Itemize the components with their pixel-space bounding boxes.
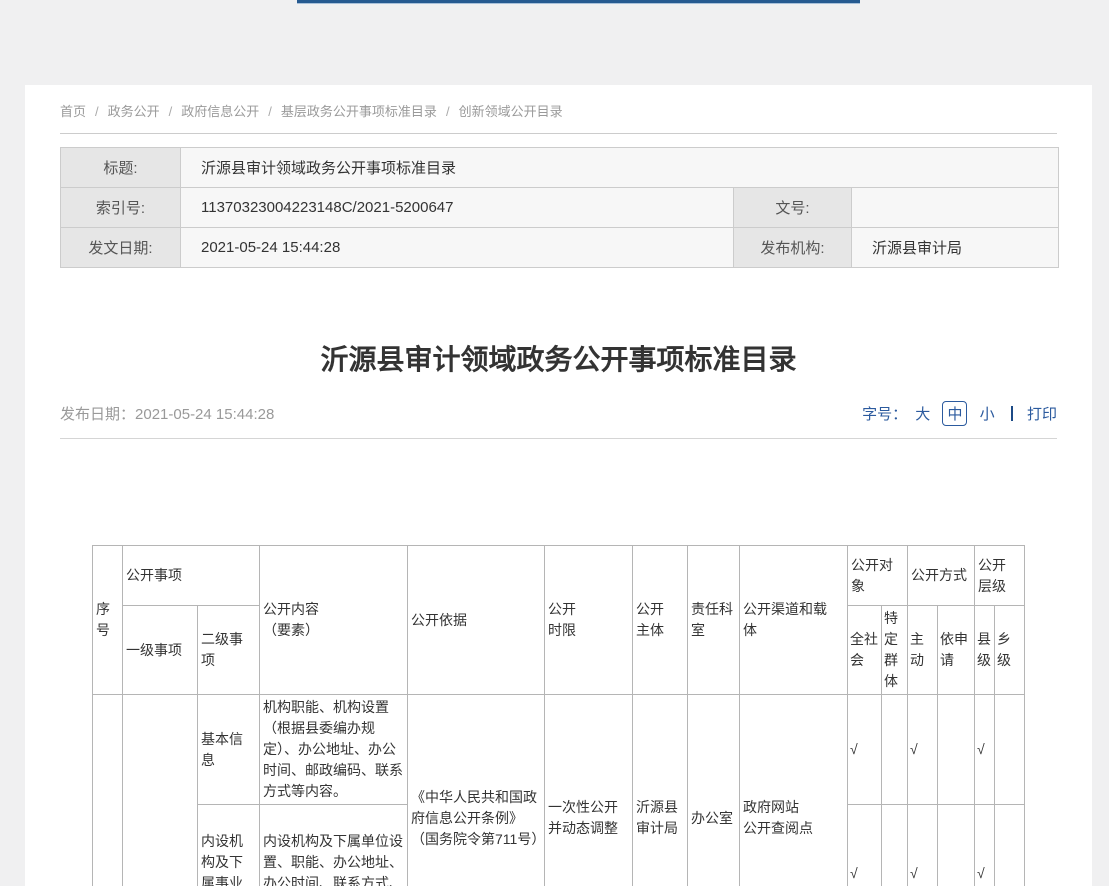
header-xuhao: 序 号	[93, 546, 123, 695]
font-size-label: 字号：	[862, 406, 907, 423]
font-size-controls: 字号： 大 中 小 打印	[862, 401, 1057, 426]
header-gongkai-shixiang: 公开事项	[123, 546, 260, 606]
header-qudao: 公开渠道和载 体	[740, 546, 848, 695]
cell-quanshehui-check-1: √	[848, 695, 882, 805]
info-row-title: 标题: 沂源县审计领域政务公开事项标准目录	[61, 148, 1059, 188]
cell-teding-2	[882, 805, 908, 886]
catalog-row-basic-info: 基本信 息 机构职能、机构设置（根据县委编办规定）、办公地址、办公时间、邮政编码…	[93, 695, 1025, 805]
cell-xiangji-1	[995, 695, 1025, 805]
cell-xianji-check-1: √	[975, 695, 995, 805]
header-xiangji: 乡 级	[995, 606, 1025, 695]
catalog-table-container: 序 号 公开事项 公开内容 （要素） 公开依据 公开 时限 公开 主体 责任科 …	[60, 545, 1057, 886]
header-teding: 特 定 群 体	[882, 606, 908, 695]
top-nav-bar-remnant	[297, 0, 860, 4]
info-docno-value	[852, 188, 1059, 228]
cell-keshi: 办公室	[688, 695, 740, 886]
breadcrumb-zhengwu[interactable]: 政务公开	[108, 104, 160, 119]
publish-date-value: 2021-05-24 15:44:28	[135, 406, 274, 423]
header-yiju: 公开依据	[408, 546, 545, 695]
breadcrumb-separator: /	[446, 104, 450, 119]
content-card: 首页 / 政务公开 / 政府信息公开 / 基层政务公开事项标准目录 / 创新领域公开目录 标题:…	[25, 85, 1092, 886]
cell-shixian: 一次性公开并动态调整	[545, 695, 633, 886]
breadcrumb-divider	[60, 133, 1057, 134]
header-neirong: 公开内容 （要素）	[260, 546, 408, 695]
breadcrumb: 首页 / 政务公开 / 政府信息公开 / 基层政务公开事项标准目录 / 创新领域公开目录	[60, 85, 1057, 120]
cell-yishenqing-2	[938, 805, 975, 886]
info-agency-value: 沂源县审计局	[852, 228, 1059, 268]
cell-erji-1: 基本信 息	[198, 695, 260, 805]
header-yiji: 一级事项	[123, 606, 198, 695]
cell-xuhao	[93, 695, 123, 886]
cell-yiju: 《中华人民共和国政府信息公开条例》（国务院令第711号）	[408, 695, 545, 886]
cell-neirong-2: 内设机构及下属单位设置、职能、办公地址、办公时间、联系方式、负责人姓名等内容。	[260, 805, 408, 886]
font-size-small-button[interactable]: 小	[980, 406, 995, 423]
info-agency-label: 发布机构:	[734, 228, 852, 268]
breadcrumb-info-disclosure[interactable]: 政府信息公开	[181, 104, 259, 119]
document-info-table: 标题: 沂源县审计领域政务公开事项标准目录 索引号: 1137032300422…	[60, 147, 1059, 268]
cell-neirong-1: 机构职能、机构设置（根据县委编办规定）、办公地址、办公时间、邮政编码、联系方式等…	[260, 695, 408, 805]
cell-erji-2: 内设机构及下属事业单位	[198, 805, 260, 886]
breadcrumb-separator: /	[95, 104, 99, 119]
header-fangshi: 公开方式	[908, 546, 975, 606]
breadcrumb-home[interactable]: 首页	[60, 104, 86, 119]
header-shixian: 公开 时限	[545, 546, 633, 695]
info-title-value: 沂源县审计领域政务公开事项标准目录	[181, 148, 1059, 188]
info-date-label: 发文日期:	[61, 228, 181, 268]
meta-separator-bar	[1011, 406, 1013, 421]
header-xianji: 县 级	[975, 606, 995, 695]
cell-xiangji-2	[995, 805, 1025, 886]
page-title: 沂源县审计领域政务公开事项标准目录	[60, 341, 1057, 379]
info-index-value: 11370323004223148C/2021-5200647	[181, 188, 734, 228]
cell-zhuti: 沂源县审计局	[633, 695, 688, 886]
info-date-value: 2021-05-24 15:44:28	[181, 228, 734, 268]
info-docno-label: 文号:	[734, 188, 852, 228]
breadcrumb-innovation-catalog[interactable]: 创新领域公开目录	[459, 104, 563, 119]
cell-qudao: 政府网站 公开查阅点	[740, 695, 848, 886]
cell-yiji	[123, 695, 198, 886]
info-row-date: 发文日期: 2021-05-24 15:44:28 发布机构: 沂源县审计局	[61, 228, 1059, 268]
breadcrumb-separator: /	[169, 104, 173, 119]
header-erji: 二级事 项	[198, 606, 260, 695]
print-button[interactable]: 打印	[1027, 406, 1057, 423]
catalog-header-row-1: 序 号 公开事项 公开内容 （要素） 公开依据 公开 时限 公开 主体 责任科 …	[93, 546, 1025, 606]
font-size-medium-button[interactable]: 中	[942, 401, 967, 426]
breadcrumb-standard-catalog[interactable]: 基层政务公开事项标准目录	[281, 104, 437, 119]
cell-teding-1	[882, 695, 908, 805]
info-row-index: 索引号: 11370323004223148C/2021-5200647 文号:	[61, 188, 1059, 228]
article-meta-divider	[60, 438, 1057, 439]
header-zhudong: 主 动	[908, 606, 938, 695]
cell-zhudong-check-2: √	[908, 805, 938, 886]
article-meta-row: 发布日期：2021-05-24 15:44:28 字号： 大 中 小 打印	[60, 401, 1057, 426]
cell-quanshehui-check-2: √	[848, 805, 882, 886]
font-size-large-button[interactable]: 大	[915, 406, 930, 423]
header-zhuti: 公开 主体	[633, 546, 688, 695]
header-duixiang: 公开对 象	[848, 546, 908, 606]
info-index-label: 索引号:	[61, 188, 181, 228]
publish-date-label: 发布日期：	[60, 406, 135, 423]
breadcrumb-separator: /	[268, 104, 272, 119]
info-title-label: 标题:	[61, 148, 181, 188]
header-quanshehui: 全社 会	[848, 606, 882, 695]
publish-date: 发布日期：2021-05-24 15:44:28	[60, 403, 274, 424]
cell-zhudong-check-1: √	[908, 695, 938, 805]
cell-xianji-check-2: √	[975, 805, 995, 886]
header-keshi: 责任科 室	[688, 546, 740, 695]
header-yishenqing: 依申 请	[938, 606, 975, 695]
disclosure-catalog-table: 序 号 公开事项 公开内容 （要素） 公开依据 公开 时限 公开 主体 责任科 …	[92, 545, 1025, 886]
header-cengji: 公开 层级	[975, 546, 1025, 606]
cell-yishenqing-1	[938, 695, 975, 805]
